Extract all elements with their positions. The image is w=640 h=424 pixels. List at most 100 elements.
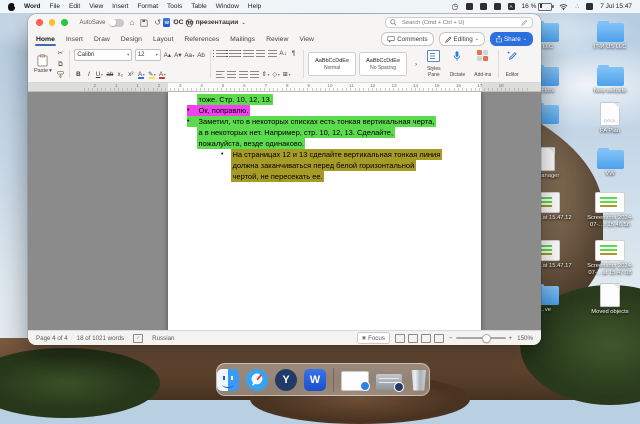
style-card[interactable]: AaBbCcDdEe No Spacing [359, 52, 407, 76]
menu-item[interactable]: Tools [167, 3, 182, 10]
apple-menu-icon[interactable] [8, 3, 15, 11]
menu-item[interactable]: Table [191, 3, 207, 10]
font-name-select[interactable]: Calibri▾ [74, 49, 132, 61]
superscript-button[interactable]: x² [127, 70, 135, 79]
bullet-list-icon[interactable] [216, 50, 227, 58]
desktop-icon[interactable]: FA Plan [583, 102, 637, 135]
addins-button[interactable]: Add-ins [472, 49, 493, 79]
justify-icon[interactable] [250, 71, 259, 79]
menubar-datetime[interactable]: 7 Jul 15:47 [600, 3, 632, 10]
word-count[interactable]: 18 of 1021 words [77, 335, 124, 342]
minimized-window-1[interactable] [341, 371, 369, 391]
shading-button[interactable]: ◇▾ [272, 70, 280, 79]
zoom-slider-track[interactable] [456, 337, 506, 338]
desktop-icon-image[interactable] [597, 67, 624, 86]
align-left-icon[interactable] [216, 71, 225, 79]
close-button[interactable] [36, 19, 43, 26]
focus-mode-button[interactable]: ▣ Focus [357, 332, 390, 344]
underline-button[interactable]: U▾ [95, 70, 103, 79]
menubar-app-icon-2[interactable] [480, 3, 487, 10]
search-scope-icon[interactable] [521, 19, 528, 26]
ribbon-tab[interactable]: Draw [94, 34, 110, 45]
desktop-icon-image[interactable] [595, 240, 625, 261]
word-dock-icon[interactable]: W [304, 369, 326, 391]
numbered-list-icon[interactable] [229, 50, 240, 58]
zoom-percentage[interactable]: 150% [517, 335, 533, 342]
proofing-status-icon[interactable]: ✓ [133, 334, 143, 343]
title-chevron-icon[interactable]: ⌄ [241, 20, 245, 26]
text-highlight-button[interactable]: ✎▾ [148, 70, 156, 79]
italic-button[interactable]: I [85, 70, 93, 79]
home-icon[interactable]: ⌂ [130, 19, 135, 27]
menu-item[interactable]: View [89, 3, 103, 10]
style-card[interactable]: AaBbCcDdEe Normal [308, 52, 356, 76]
menu-item[interactable]: Help [248, 3, 261, 10]
input-source-icon[interactable] [586, 3, 593, 10]
share-button[interactable]: Share ⌄ [490, 32, 533, 46]
ribbon-tab[interactable]: Insert [66, 34, 83, 45]
decrease-indent-icon[interactable] [256, 50, 265, 58]
finder-dock-icon[interactable] [217, 369, 239, 391]
styles-gallery-more-icon[interactable]: › [412, 60, 420, 69]
menu-item[interactable]: Edit [69, 3, 80, 10]
ribbon-tab[interactable]: Design [121, 34, 142, 45]
more-toolbar-icon[interactable]: ⋯ [200, 19, 208, 27]
menubar-app-icon-1[interactable] [466, 3, 473, 10]
minimize-button[interactable] [49, 19, 56, 26]
desktop-icon[interactable]: Screenshot 2024-07-…at 15.47.08 [583, 238, 637, 276]
shrink-font-button[interactable]: A▾ [174, 51, 182, 60]
yandex-dock-icon[interactable]: Y [275, 369, 297, 391]
desktop-icon[interactable]: Screenshot 2024-07-…t 15.46.58 [583, 190, 637, 228]
outline-view-icon[interactable] [421, 334, 431, 343]
siri-icon[interactable]: ∴ [575, 3, 579, 10]
web-layout-view-icon[interactable] [408, 334, 418, 343]
zoom-in-icon[interactable]: + [509, 335, 513, 342]
styles-pane-button[interactable]: Styles Pane [425, 49, 443, 79]
minimized-window-2[interactable] [376, 374, 402, 390]
desktop-icon-image[interactable] [597, 150, 624, 169]
search-box[interactable] [385, 17, 533, 28]
sort-button[interactable]: A↓ [279, 49, 287, 58]
ribbon-tab[interactable]: References [184, 34, 219, 45]
save-icon[interactable] [140, 19, 148, 27]
dictate-button[interactable]: Dictate [448, 49, 468, 79]
strikethrough-button[interactable]: ab [106, 70, 114, 79]
increase-indent-icon[interactable] [268, 50, 277, 58]
battery-indicator[interactable]: 16 % [522, 3, 553, 11]
desktop-icon-image[interactable] [595, 192, 625, 213]
ribbon-tab[interactable]: Review [266, 34, 288, 45]
document-page[interactable]: • тоже. Стр. 10, 12, 13. • Ок, поправлю.… [168, 92, 481, 330]
show-formatting-button[interactable]: ¶ [290, 49, 298, 58]
desktop-icon[interactable]: VW [583, 147, 637, 178]
zoom-button[interactable] [61, 19, 68, 26]
align-center-icon[interactable] [227, 71, 236, 79]
redo-button[interactable]: ↻ [172, 19, 179, 27]
border-color-button[interactable]: A▾ [158, 70, 166, 79]
page-indicator[interactable]: Page 4 of 4 [36, 335, 68, 342]
editor-button[interactable]: Editor [504, 49, 521, 79]
desktop-icon[interactable]: New website [583, 64, 637, 95]
draft-view-icon[interactable] [434, 334, 444, 343]
menubar-app-icon-4[interactable]: A [508, 3, 515, 10]
menu-item[interactable]: Window [216, 3, 239, 10]
ribbon-tab[interactable]: Mailings [230, 34, 255, 45]
font-color-button[interactable]: A▾ [137, 70, 145, 79]
comments-button[interactable]: Comments [381, 32, 433, 46]
safari-dock-icon[interactable] [246, 369, 268, 391]
line-spacing-button[interactable]: ⇕▾ [262, 70, 270, 79]
print-layout-view-icon[interactable] [395, 334, 405, 343]
menu-item[interactable]: Format [137, 3, 158, 10]
menubar-app-icon-3[interactable] [494, 3, 501, 10]
grow-font-button[interactable]: A▴ [163, 51, 171, 60]
menu-item[interactable]: File [50, 3, 60, 10]
desktop-icon[interactable]: Moved objects [583, 283, 637, 316]
format-painter-icon[interactable] [57, 71, 64, 78]
borders-button[interactable]: ⊞▾ [283, 70, 291, 79]
ribbon-tab[interactable]: View [299, 34, 314, 45]
wifi-icon[interactable] [559, 3, 568, 11]
language-indicator[interactable]: Russian [152, 335, 174, 342]
paste-button[interactable]: Paste▾ [34, 49, 52, 79]
bold-button[interactable]: B [74, 70, 82, 79]
editing-button[interactable]: Editing ⌄ [439, 32, 485, 46]
change-case-button[interactable]: Aa▾ [184, 51, 194, 60]
